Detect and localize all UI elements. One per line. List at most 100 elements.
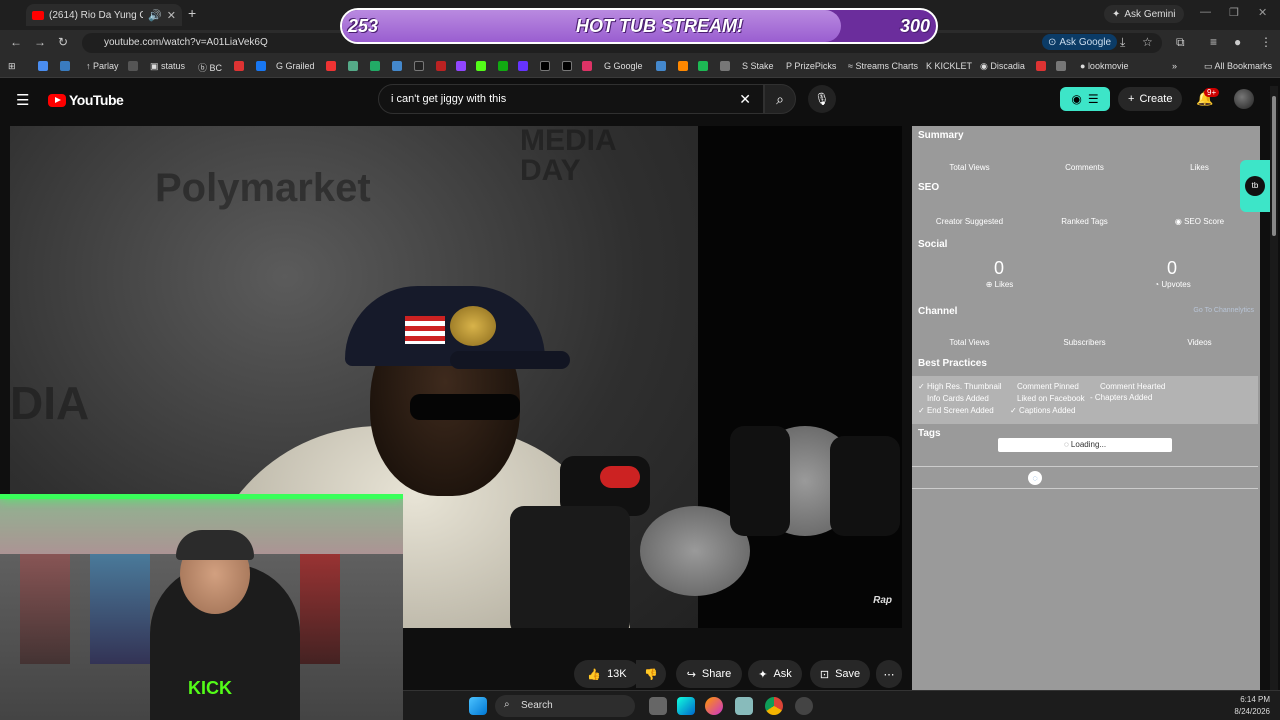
bookmark-parlay[interactable]: ↑ Parlay bbox=[86, 61, 119, 71]
ask-button[interactable]: ✦ Ask bbox=[748, 660, 802, 688]
new-tab-button[interactable]: + bbox=[188, 5, 196, 21]
bookmark-star-icon[interactable]: ☆ bbox=[1142, 35, 1153, 49]
menu-icon[interactable]: ⋮ bbox=[1260, 35, 1272, 49]
bookmark-icon[interactable] bbox=[234, 61, 244, 71]
back-icon[interactable]: ← bbox=[10, 35, 22, 49]
bookmark-icon[interactable] bbox=[720, 61, 730, 71]
dislike-button[interactable]: 👎 bbox=[636, 660, 666, 688]
tubebuddy-button[interactable]: ◉ ☰ bbox=[1060, 87, 1110, 111]
tags-heading: Tags bbox=[918, 428, 941, 439]
chrome-icon[interactable] bbox=[765, 697, 783, 715]
bookmark-icon[interactable] bbox=[392, 61, 402, 71]
bookmark-lookmovie[interactable]: ● lookmovie bbox=[1080, 61, 1128, 71]
bookmark-icon[interactable] bbox=[518, 61, 528, 71]
notepad-icon[interactable] bbox=[735, 697, 753, 715]
apps-icon[interactable]: ⊞ bbox=[8, 61, 16, 72]
bookmark-icon[interactable] bbox=[656, 61, 666, 71]
close-window-icon[interactable]: ✕ bbox=[1258, 6, 1267, 19]
bookmark-icon[interactable] bbox=[414, 61, 424, 71]
share-icon: ↪ bbox=[686, 668, 696, 681]
bookmark-streams-charts[interactable]: ≈ Streams Charts bbox=[848, 61, 918, 71]
seo-score[interactable]: ◉ SEO Score bbox=[1142, 217, 1257, 226]
save-button[interactable]: ⊡ Save bbox=[810, 660, 870, 688]
taskbar-search[interactable]: ⌕ Search bbox=[495, 695, 635, 717]
like-button[interactable]: 👍 13K bbox=[574, 660, 640, 688]
bp-item: Comment Hearted bbox=[1100, 382, 1166, 391]
create-button[interactable]: + Create bbox=[1118, 87, 1183, 111]
bookmark-grailed[interactable]: G Grailed bbox=[276, 61, 315, 71]
bookmark-icon[interactable] bbox=[60, 61, 70, 71]
bookmark-icon[interactable] bbox=[1036, 61, 1046, 71]
goal-title: HOT TUB STREAM! bbox=[576, 16, 743, 36]
bookmark-bc[interactable]: ⓑ BC bbox=[198, 61, 222, 74]
scrollbar-thumb[interactable] bbox=[1272, 96, 1276, 236]
wall-poster bbox=[300, 554, 340, 664]
bookmark-icon[interactable] bbox=[326, 61, 336, 71]
share-button[interactable]: ↪ Share bbox=[676, 660, 742, 688]
youtube-logo[interactable]: YouTube bbox=[48, 92, 124, 108]
likes-icon: ⊕ bbox=[985, 280, 995, 289]
bookmark-icon[interactable] bbox=[370, 61, 380, 71]
hamburger-menu-icon[interactable]: ☰ bbox=[16, 91, 29, 109]
channel-videos: Videos bbox=[1187, 338, 1212, 347]
share-label: Share bbox=[701, 668, 732, 680]
task-view-icon[interactable] bbox=[649, 697, 667, 715]
bookmark-icon[interactable] bbox=[476, 61, 486, 71]
ask-google-button[interactable]: ⊙ Ask Google bbox=[1042, 34, 1118, 50]
account-avatar[interactable] bbox=[1234, 89, 1254, 109]
minimize-icon[interactable]: — bbox=[1200, 6, 1211, 18]
bookmark-google[interactable]: G Google bbox=[604, 61, 643, 71]
bookmark-icon[interactable] bbox=[348, 61, 358, 71]
speaker-icon[interactable]: 🔊 bbox=[148, 9, 162, 22]
bookmark-icon[interactable] bbox=[1056, 61, 1066, 71]
page-scrollbar[interactable] bbox=[1270, 86, 1278, 690]
edge-icon[interactable] bbox=[677, 697, 695, 715]
bookmark-icon[interactable] bbox=[456, 61, 466, 71]
green-led-strip bbox=[0, 494, 403, 499]
bookmark-prizepicks[interactable]: P PrizePicks bbox=[786, 61, 836, 71]
bookmark-status[interactable]: ▣ status bbox=[150, 61, 185, 72]
search-input[interactable]: i can't get jiggy with this ✕ bbox=[378, 84, 764, 114]
firefox-icon[interactable] bbox=[705, 697, 723, 715]
bp-item: Comment Pinned bbox=[1017, 382, 1079, 391]
profile-icon[interactable]: ● bbox=[1234, 35, 1241, 49]
bookmark-icon[interactable] bbox=[698, 61, 708, 71]
bookmark-discadia[interactable]: ◉ Discadia bbox=[980, 61, 1025, 72]
media-icon[interactable]: ≡ bbox=[1210, 35, 1217, 49]
windows-start-icon[interactable] bbox=[469, 697, 487, 715]
seo-creator-suggested[interactable]: Creator Suggested bbox=[912, 217, 1027, 226]
ask-gemini-button[interactable]: ✦ Ask Gemini bbox=[1104, 5, 1184, 23]
more-bookmarks-icon[interactable]: » bbox=[1172, 61, 1177, 71]
bookmark-icon[interactable] bbox=[256, 61, 266, 71]
summary-total-views: Total Views bbox=[949, 163, 990, 172]
voice-search-button[interactable]: 🎙 bbox=[808, 85, 836, 113]
microphone bbox=[830, 436, 900, 536]
search-button[interactable]: ⌕ bbox=[764, 84, 796, 114]
seo-ranked-tags[interactable]: Ranked Tags bbox=[1027, 217, 1142, 226]
maximize-icon[interactable]: ❐ bbox=[1229, 6, 1239, 19]
browser-tab[interactable]: (2614) Rio Da Yung Og - M 🔊 ✕ bbox=[26, 4, 182, 26]
system-clock[interactable]: 6:14 PM 8/24/2026 bbox=[1234, 694, 1270, 718]
more-actions-button[interactable]: ⋯ bbox=[876, 660, 902, 688]
reload-icon[interactable]: ↻ bbox=[58, 35, 68, 49]
bookmark-icon[interactable] bbox=[582, 61, 592, 71]
bookmark-icon[interactable] bbox=[128, 61, 138, 71]
forward-icon[interactable]: → bbox=[34, 35, 46, 49]
close-tab-icon[interactable]: ✕ bbox=[167, 9, 176, 22]
bookmark-icon[interactable] bbox=[678, 61, 688, 71]
go-to-channelytics-link[interactable]: Go To Channelytics bbox=[1193, 307, 1254, 314]
bookmark-icon[interactable] bbox=[562, 61, 572, 71]
bookmark-kicklet[interactable]: K KICKLET bbox=[926, 61, 972, 71]
wall-logo-polymarket: Polymarket bbox=[155, 166, 371, 210]
extensions-icon[interactable]: ⧉ bbox=[1176, 35, 1185, 50]
install-icon[interactable]: ⤓ bbox=[1120, 35, 1125, 50]
bookmark-stake[interactable]: S Stake bbox=[742, 61, 774, 71]
obs-icon[interactable] bbox=[795, 697, 813, 715]
clear-search-icon[interactable]: ✕ bbox=[739, 91, 751, 108]
all-bookmarks[interactable]: ▭ All Bookmarks bbox=[1204, 61, 1272, 72]
tubebuddy-side-tab[interactable]: tb bbox=[1240, 160, 1270, 212]
bookmark-icon[interactable] bbox=[38, 61, 48, 71]
bookmark-icon[interactable] bbox=[540, 61, 550, 71]
bookmark-icon[interactable] bbox=[436, 61, 446, 71]
bookmark-icon[interactable] bbox=[498, 61, 508, 71]
